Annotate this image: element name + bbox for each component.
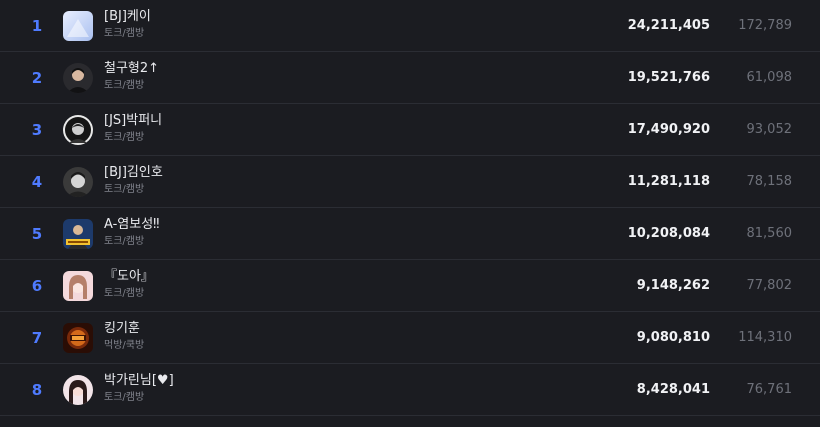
streamer-name[interactable]: 박가린님[♥] [104,373,174,389]
ranking-row[interactable]: 2 철구형2↑ 토크/캠방 19,521,766 61,098 [0,52,820,104]
streamer-name[interactable]: A-염보성‼ [104,217,160,233]
streamer-name[interactable]: [BJ]김인호 [104,165,163,181]
secondary-count: 172,789 [738,18,792,33]
stream-category: 먹방/쿡방 [104,340,145,351]
streamer-avatar[interactable] [63,166,93,197]
total-views: 10,208,084 [627,226,710,241]
streamer-avatar[interactable] [63,114,93,145]
streamer-name[interactable]: 킹기훈 [104,321,144,337]
rank-number: 1 [31,16,43,35]
stream-category: 토크/캠방 [104,236,145,247]
stream-category: 토크/캠방 [104,184,145,195]
stream-category: 토크/캠방 [104,132,145,143]
rank-number: 4 [31,172,43,191]
streamer-name[interactable]: 『도아』 [104,269,154,285]
total-views: 11,281,118 [627,174,710,189]
rank-number: 3 [31,120,43,139]
total-views: 8,428,041 [636,382,710,397]
stream-category: 토크/캠방 [104,392,145,403]
total-views: 9,080,810 [636,330,710,345]
streamer-avatar[interactable] [63,374,93,405]
secondary-count: 81,560 [746,226,793,241]
streamer-avatar[interactable] [63,218,93,249]
stream-category: 토크/캠방 [104,288,145,299]
ranking-row[interactable]: 7 킹기훈 먹방/쿡방 9,080,810 114,310 [0,312,820,364]
streamer-avatar[interactable] [63,62,93,93]
total-views: 9,148,262 [636,278,710,293]
ranking-row[interactable]: 1 [BJ]케이 토크/캠방 24,211,405 172,789 [0,0,820,52]
streamer-name[interactable]: [BJ]케이 [104,9,151,25]
rank-number: 2 [31,68,43,87]
ranking-list: 1 [BJ]케이 토크/캠방 24,211,405 172,789 2 철구형2… [0,0,820,416]
streamer-avatar[interactable] [63,322,93,353]
secondary-count: 93,052 [746,122,793,137]
rank-number: 5 [31,224,43,243]
secondary-count: 114,310 [738,330,792,345]
rank-number: 7 [31,328,43,347]
total-views: 24,211,405 [627,18,710,33]
secondary-count: 61,098 [746,70,793,85]
total-views: 19,521,766 [627,70,710,85]
stream-category: 토크/캠방 [104,28,145,39]
streamer-avatar[interactable] [63,270,93,301]
secondary-count: 78,158 [746,174,793,189]
ranking-row[interactable]: 8 박가린님[♥] 토크/캠방 8,428,041 76,761 [0,364,820,416]
secondary-count: 77,802 [746,278,793,293]
rank-number: 6 [31,276,43,295]
streamer-name[interactable]: 철구형2↑ [104,61,159,77]
ranking-row[interactable]: 3 [JS]박퍼니 토크/캠방 17,490,920 93,052 [0,104,820,156]
secondary-count: 76,761 [746,382,793,397]
streamer-name[interactable]: [JS]박퍼니 [104,113,162,129]
ranking-row[interactable]: 4 [BJ]김인호 토크/캠방 11,281,118 78,158 [0,156,820,208]
total-views: 17,490,920 [627,122,710,137]
stream-category: 토크/캠방 [104,80,145,91]
ranking-row[interactable]: 6 『도아』 토크/캠방 9,148,262 77,802 [0,260,820,312]
streamer-avatar[interactable] [63,10,93,41]
rank-number: 8 [31,380,43,399]
ranking-row[interactable]: 5 A-염보성‼ 토크/캠방 10,208,084 81,560 [0,208,820,260]
